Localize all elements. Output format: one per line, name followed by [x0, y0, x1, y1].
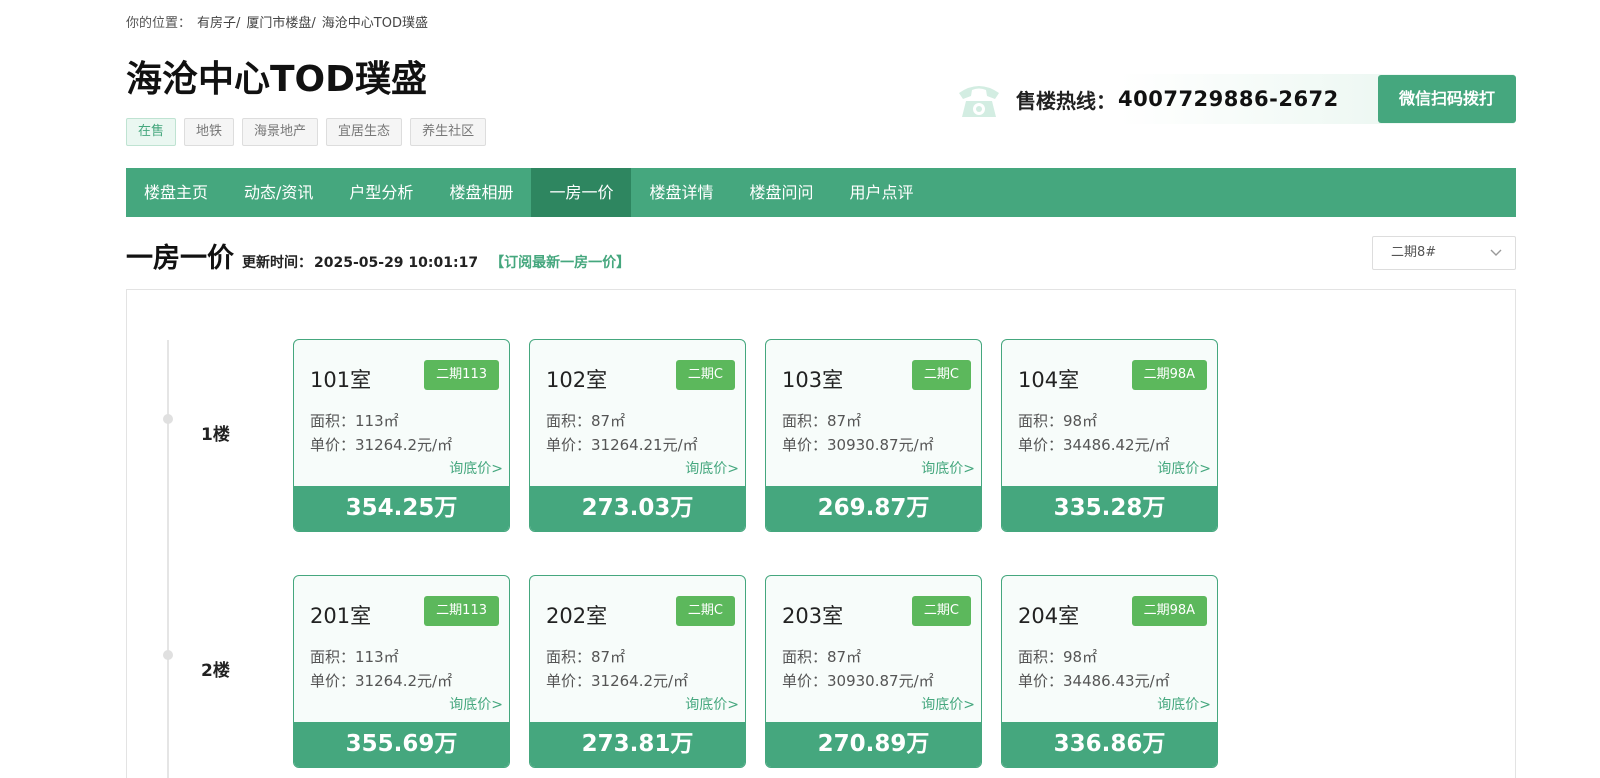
unit-card[interactable]: 101室 二期113 面积：113㎡ 单价：31264.2元/㎡ 询底价> 35…	[293, 339, 510, 532]
wechat-call-button[interactable]: 微信扫码拨打	[1378, 75, 1516, 123]
unit-card[interactable]: 104室 二期98A 面积：98㎡ 单价：34486.42元/㎡ 询底价> 33…	[1001, 339, 1218, 532]
unit-price: 单价：34486.43元/㎡	[1018, 672, 1170, 690]
tag-seaview: 海景地产	[242, 118, 319, 146]
unit-price: 单价：31264.2元/㎡	[546, 672, 689, 690]
breadcrumb-link-city[interactable]: 厦门市楼盘/	[246, 12, 315, 31]
unit-total-price: 354.25万	[294, 486, 509, 531]
unit-room: 202室	[546, 604, 608, 628]
breadcrumb-label: 你的位置：	[126, 16, 192, 31]
building-select-value: 二期8#	[1391, 245, 1437, 260]
unit-card[interactable]: 103室 二期C 面积：87㎡ 单价：30930.87元/㎡ 询底价> 269.…	[765, 339, 982, 532]
unit-area: 面积：113㎡	[310, 648, 399, 666]
timeline-dot	[163, 650, 173, 660]
unit-card[interactable]: 202室 二期C 面积：87㎡ 单价：31264.2元/㎡ 询底价> 273.8…	[529, 575, 746, 768]
unit-price: 单价：31264.21元/㎡	[546, 436, 698, 454]
unit-price: 单价：34486.42元/㎡	[1018, 436, 1170, 454]
unit-type-badge: 二期113	[424, 360, 499, 390]
unit-card[interactable]: 102室 二期C 面积：87㎡ 单价：31264.21元/㎡ 询底价> 273.…	[529, 339, 746, 532]
unit-room: 104室	[1018, 368, 1080, 392]
timeline-dot	[163, 414, 173, 424]
timeline-line	[167, 340, 169, 778]
unit-total-price: 335.28万	[1002, 486, 1217, 531]
unit-type-badge: 二期C	[675, 596, 735, 626]
unit-room: 102室	[546, 368, 608, 392]
unit-room: 201室	[310, 604, 372, 628]
unit-total-price: 273.81万	[530, 722, 745, 767]
unit-type-badge: 二期98A	[1131, 360, 1207, 390]
chevron-down-icon	[1489, 237, 1503, 269]
tag-wellness: 养生社区	[410, 118, 487, 146]
project-tags: 在售 地铁 海景地产 宜居生态 养生社区	[126, 118, 487, 146]
inquire-price-link[interactable]: 询底价>	[685, 458, 739, 478]
unit-area: 面积：87㎡	[782, 648, 862, 666]
unit-type-badge: 二期C	[911, 596, 971, 626]
unit-type-badge: 二期C	[675, 360, 735, 390]
unit-room: 103室	[782, 368, 844, 392]
unit-card[interactable]: 204室 二期98A 面积：98㎡ 单价：34486.43元/㎡ 询底价> 33…	[1001, 575, 1218, 768]
nav-item-news[interactable]: 动态/资讯	[226, 168, 331, 217]
unit-room: 204室	[1018, 604, 1080, 628]
unit-area: 面积：87㎡	[546, 412, 626, 430]
unit-total-price: 269.87万	[766, 486, 981, 531]
unit-type-badge: 二期98A	[1131, 596, 1207, 626]
unit-price: 单价：31264.2元/㎡	[310, 436, 453, 454]
breadcrumb: 你的位置： 有房子/ 厦门市楼盘/ 海沧中心TOD璞盛	[126, 12, 428, 31]
unit-type-badge: 二期113	[424, 596, 499, 626]
hotline-label: 售楼热线：	[1016, 88, 1116, 113]
unit-total-price: 273.03万	[530, 486, 745, 531]
unit-area: 面积：87㎡	[546, 648, 626, 666]
main-nav: 楼盘主页 动态/资讯 户型分析 楼盘相册 一房一价 楼盘详情 楼盘问问 用户点评	[126, 168, 1516, 217]
inquire-price-link[interactable]: 询底价>	[449, 694, 503, 714]
tag-eco: 宜居生态	[326, 118, 403, 146]
nav-item-reviews[interactable]: 用户点评	[832, 168, 932, 217]
unit-area: 面积：98㎡	[1018, 648, 1098, 666]
unit-area: 面积：98㎡	[1018, 412, 1098, 430]
unit-price: 单价：30930.87元/㎡	[782, 672, 934, 690]
unit-room: 101室	[310, 368, 372, 392]
unit-total-price: 270.89万	[766, 722, 981, 767]
unit-area: 面积：113㎡	[310, 412, 399, 430]
inquire-price-link[interactable]: 询底价>	[921, 458, 975, 478]
inquire-price-link[interactable]: 询底价>	[1157, 458, 1211, 478]
unit-price: 单价：30930.87元/㎡	[782, 436, 934, 454]
nav-item-details[interactable]: 楼盘详情	[631, 168, 731, 217]
unit-type-badge: 二期C	[911, 360, 971, 390]
inquire-price-link[interactable]: 询底价>	[449, 458, 503, 478]
nav-item-floorplans[interactable]: 户型分析	[331, 168, 431, 217]
building-select[interactable]: 二期8#	[1372, 236, 1516, 270]
nav-item-home[interactable]: 楼盘主页	[126, 168, 226, 217]
unit-total-price: 355.69万	[294, 722, 509, 767]
section-title: 一房一价	[126, 243, 234, 274]
breadcrumb-current: 海沧中心TOD璞盛	[321, 16, 428, 31]
nav-item-qa[interactable]: 楼盘问问	[731, 168, 831, 217]
floor-label: 2楼	[201, 661, 230, 681]
inquire-price-link[interactable]: 询底价>	[685, 694, 739, 714]
status-badge: 在售	[126, 118, 177, 146]
unit-card[interactable]: 203室 二期C 面积：87㎡ 单价：30930.87元/㎡ 询底价> 270.…	[765, 575, 982, 768]
unit-card[interactable]: 201室 二期113 面积：113㎡ 单价：31264.2元/㎡ 询底价> 35…	[293, 575, 510, 768]
unit-room: 203室	[782, 604, 844, 628]
update-time-value: 2025-05-29 10:01:17	[314, 255, 479, 271]
subscribe-link[interactable]: 【订阅最新一房一价】	[490, 252, 630, 272]
nav-item-album[interactable]: 楼盘相册	[431, 168, 531, 217]
phone-icon	[956, 77, 1002, 121]
tag-metro: 地铁	[184, 118, 235, 146]
inquire-price-link[interactable]: 询底价>	[921, 694, 975, 714]
inquire-price-link[interactable]: 询底价>	[1157, 694, 1211, 714]
page-title: 海沧中心TOD璞盛	[126, 59, 428, 100]
floor-label: 1楼	[201, 425, 230, 445]
unit-price: 单价：31264.2元/㎡	[310, 672, 453, 690]
unit-area: 面积：87㎡	[782, 412, 862, 430]
breadcrumb-link-home[interactable]: 有房子/	[197, 12, 240, 31]
update-time-label: 更新时间：	[242, 255, 312, 271]
nav-item-price-list[interactable]: 一房一价	[531, 168, 632, 217]
section-header: 一房一价 更新时间： 2025-05-29 10:01:17 【订阅最新一房一价…	[126, 236, 630, 275]
unit-total-price: 336.86万	[1002, 722, 1217, 767]
price-board: 1楼 101室 二期113 面积：113㎡ 单价：31264.2元/㎡ 询底价>…	[126, 289, 1516, 778]
hotline-number[interactable]: 4007729886-2672	[1118, 87, 1339, 111]
